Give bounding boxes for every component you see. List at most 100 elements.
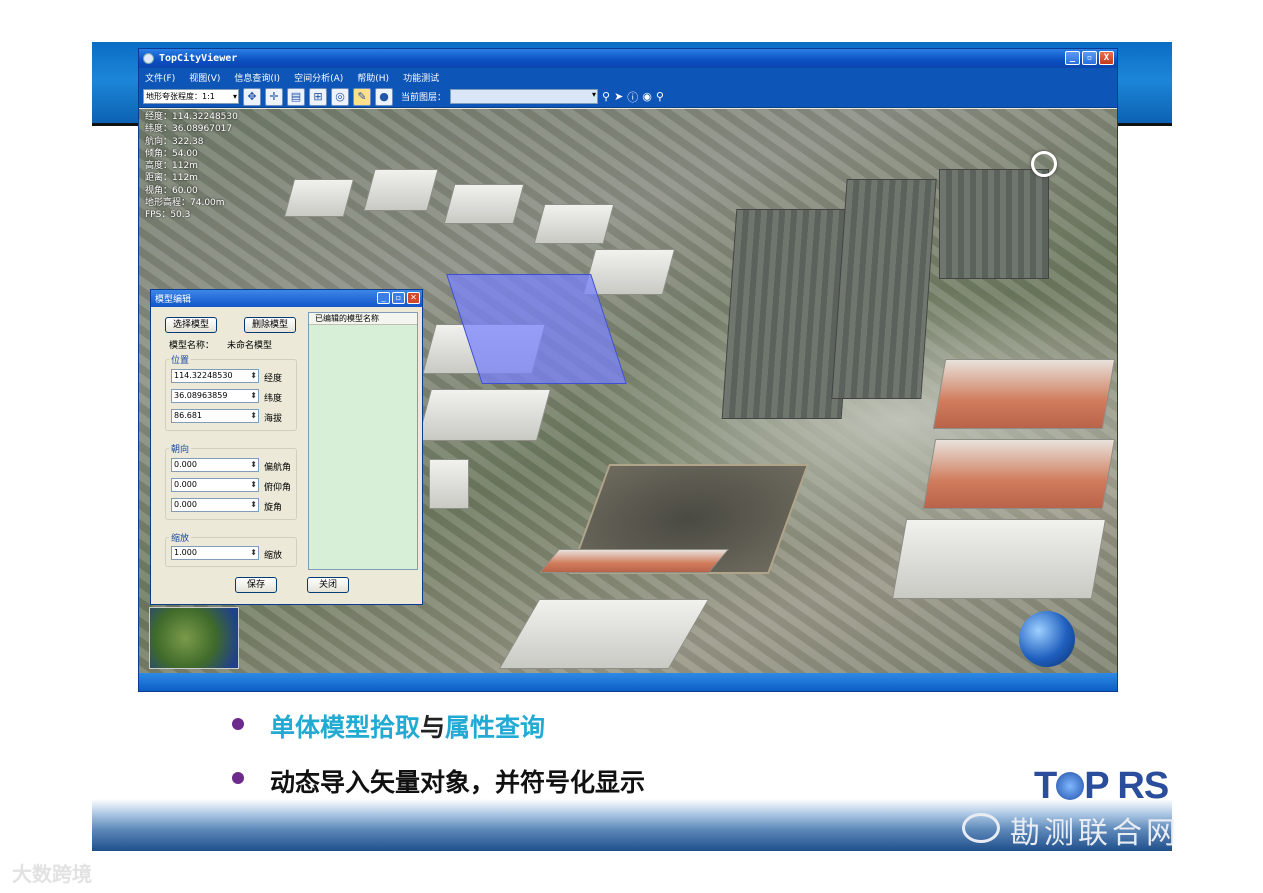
- layer-icon[interactable]: ●: [375, 87, 393, 106]
- zoom-in-icon[interactable]: ⚲: [602, 90, 610, 103]
- bullet-1-part-1: 单体模型拾取: [270, 713, 421, 742]
- overview-minimap[interactable]: [149, 607, 239, 669]
- building: [922, 439, 1116, 509]
- globe-logo-icon: [1056, 772, 1085, 800]
- bullet-line-2: 动态导入矢量对象，并符号化显示: [270, 768, 646, 797]
- roll-label: 旋角: [264, 503, 283, 513]
- menu-function-test[interactable]: 功能测试: [403, 71, 439, 84]
- longitude-label: 经度: [264, 374, 283, 384]
- dialog-title-bar[interactable]: 模型编辑 _ ▫ ✕: [151, 290, 422, 307]
- building: [363, 169, 439, 211]
- model-edit-dialog: 模型编辑 _ ▫ ✕ 选择模型 删除模型 模型名称： 未命名模型 位置 114.…: [150, 289, 423, 605]
- watermark-right: 勘测联合网: [1010, 816, 1180, 851]
- model-name-value: 未命名模型: [227, 341, 273, 351]
- heading-input[interactable]: 0.000: [171, 458, 259, 472]
- title-bar[interactable]: TopCityViewer _ ▫ X: [139, 49, 1117, 68]
- bullet-1-part-2: 与: [420, 713, 446, 742]
- maximize-button[interactable]: ▫: [1082, 51, 1097, 65]
- document-icon[interactable]: ▤: [287, 87, 305, 106]
- delete-model-button[interactable]: 删除模型: [244, 317, 296, 333]
- app-icon: [143, 53, 154, 64]
- toolbar: 地形夸张程度：1:1 ✥ ✛ ▤ ⊞ ◎ ✎ ● 当前图层： ⚲ ➤ ⓘ ◉ ⚲: [139, 86, 1117, 108]
- edited-models-list[interactable]: 已编辑的模型名称: [308, 312, 418, 570]
- dialog-maximize-button[interactable]: ▫: [392, 292, 405, 304]
- minimize-button[interactable]: _: [1065, 51, 1080, 65]
- edit-model-icon[interactable]: ✎: [353, 87, 371, 106]
- longitude-readout: 经度：114.32248530: [145, 112, 238, 122]
- navigate-icon[interactable]: ✥: [243, 87, 261, 106]
- bullet-icon: [232, 772, 244, 784]
- zoom-out-icon[interactable]: ⚲: [656, 90, 664, 103]
- heading-readout: 航向：322.38: [145, 136, 204, 147]
- menu-bar: 文件(F) 视图(V) 信息查询(I) 空间分析(A) 帮助(H) 功能测试: [139, 68, 1117, 86]
- close-button[interactable]: X: [1099, 51, 1114, 65]
- scale-label: 缩放: [264, 551, 283, 561]
- building: [443, 184, 525, 224]
- toprs-logo: T P RS: [1034, 765, 1169, 808]
- pitch-input[interactable]: 0.000: [171, 478, 259, 492]
- building: [283, 179, 355, 217]
- position-group-title: 位置: [169, 353, 192, 366]
- fov-readout: 视角：60.00: [145, 185, 198, 196]
- dialog-minimize-button[interactable]: _: [377, 292, 390, 304]
- current-layer-select[interactable]: [450, 89, 599, 104]
- logo-text-rs: P RS: [1084, 765, 1169, 807]
- longitude-input[interactable]: 114.32248530: [171, 369, 259, 383]
- building: [932, 359, 1116, 429]
- latitude-label: 纬度: [264, 394, 283, 404]
- roll-input[interactable]: 0.000: [171, 498, 259, 512]
- height-readout: 高度：112m: [145, 161, 198, 172]
- orientation-group-title: 朝向: [169, 442, 192, 455]
- grid-icon[interactable]: ⊞: [309, 87, 327, 106]
- altitude-input[interactable]: 86.681: [171, 409, 259, 423]
- list-header: 已编辑的模型名称: [309, 313, 417, 325]
- latitude-input[interactable]: 36.08963859: [171, 389, 259, 403]
- heading-label: 偏航角: [264, 463, 292, 473]
- save-button[interactable]: 保存: [235, 577, 277, 593]
- bullet-1-part-3: 属性查询: [445, 713, 546, 742]
- info-icon[interactable]: ⓘ: [627, 89, 638, 105]
- globe-icon[interactable]: [1019, 611, 1075, 667]
- window-title: TopCityViewer: [159, 53, 238, 64]
- building: [538, 549, 730, 573]
- fps-readout: FPS：50.3: [145, 210, 191, 221]
- model-name-label: 模型名称：: [169, 341, 215, 351]
- latitude-readout: 纬度：36.08967017: [145, 124, 233, 135]
- menu-view[interactable]: 视图(V): [189, 71, 220, 84]
- menu-info-query[interactable]: 信息查询(I): [234, 71, 280, 84]
- navigation-info: 经度：114.32248530 纬度：36.08967017 航向：322.38…: [145, 111, 238, 222]
- dialog-close-icon[interactable]: ✕: [407, 292, 420, 304]
- close-dialog-button[interactable]: 关闭: [307, 577, 349, 593]
- tower-building: [831, 179, 937, 399]
- target-icon[interactable]: ◎: [331, 87, 349, 106]
- logo-text-t: T: [1034, 765, 1057, 807]
- status-bar: [139, 673, 1117, 691]
- wechat-icon: [962, 813, 1000, 843]
- bullet-line-1: 单体模型拾取与属性查询: [270, 708, 545, 744]
- building: [429, 459, 469, 509]
- search-icon[interactable]: ◉: [642, 90, 652, 103]
- pitch-label: 俯仰角: [264, 483, 292, 493]
- distance-readout: 距离：112m: [145, 173, 198, 184]
- menu-help[interactable]: 帮助(H): [357, 71, 389, 84]
- pointer-icon[interactable]: ➤: [614, 90, 623, 103]
- select-model-button[interactable]: 选择模型: [165, 317, 217, 333]
- compass-icon[interactable]: [1031, 151, 1057, 177]
- tower-building: [939, 169, 1049, 279]
- current-layer-label: 当前图层：: [401, 93, 447, 103]
- building: [498, 599, 710, 669]
- scale-input[interactable]: 1.000: [171, 546, 259, 560]
- building: [891, 519, 1107, 599]
- terrain-elevation-readout: 地形高程：74.00m: [145, 198, 225, 209]
- building: [582, 249, 676, 295]
- menu-spatial-analysis[interactable]: 空间分析(A): [294, 71, 343, 84]
- dialog-title: 模型编辑: [155, 295, 192, 305]
- menu-file[interactable]: 文件(F): [145, 71, 175, 84]
- terrain-exaggeration-select[interactable]: 地形夸张程度：1:1: [143, 89, 239, 104]
- tilt-readout: 倾角：54.00: [145, 148, 198, 159]
- pan-icon[interactable]: ✛: [265, 87, 283, 106]
- scale-group-title: 缩放: [169, 531, 192, 544]
- building: [417, 389, 551, 441]
- altitude-label: 海拔: [264, 414, 283, 424]
- watermark-left: 大数跨境: [12, 862, 92, 886]
